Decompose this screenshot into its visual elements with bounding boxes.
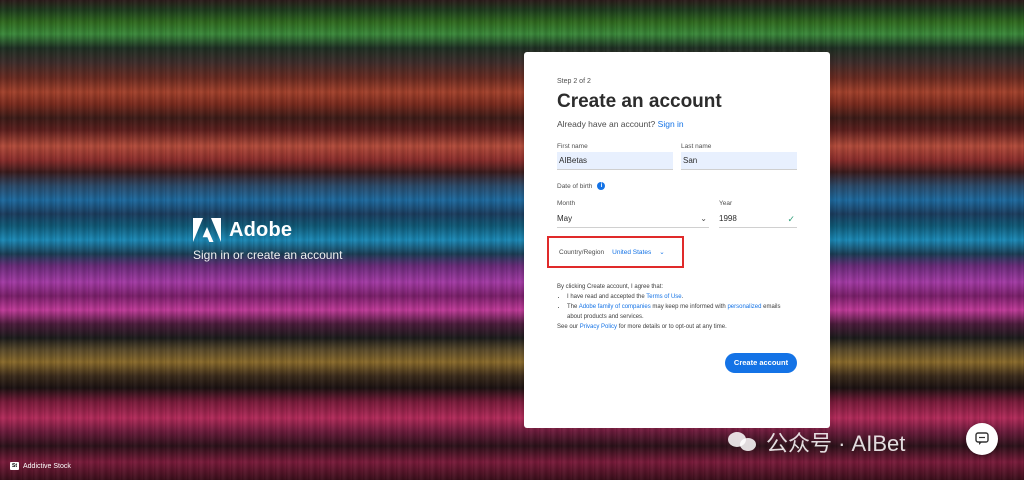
adobe-family-link[interactable]: Adobe family of companies	[579, 304, 651, 310]
first-name-label: First name	[557, 143, 588, 150]
create-account-button[interactable]: Create account	[725, 352, 797, 373]
create-account-card: Step 2 of 2 Create an account Already ha…	[524, 52, 830, 428]
dob-heading: Date of birth i	[557, 182, 797, 190]
month-value: May	[557, 214, 573, 223]
country-value: United States	[612, 248, 652, 256]
legal-text-3b: for more details or to opt-out at any ti…	[618, 324, 727, 330]
chevron-down-icon: ⌄	[700, 214, 707, 223]
wechat-icon	[728, 430, 760, 454]
country-label: Country/Region	[559, 248, 605, 256]
checkmark-icon: ✓	[787, 214, 795, 224]
first-name-input[interactable]: AIBetas	[557, 152, 673, 170]
year-field: Year 1998 ✓	[719, 200, 797, 228]
legal-text-1: I have read and accepted the	[567, 294, 645, 300]
chat-button[interactable]	[966, 423, 998, 455]
background-art	[0, 0, 1024, 480]
privacy-policy-link[interactable]: Privacy Policy	[580, 324, 617, 330]
year-value: 1998	[719, 214, 737, 223]
legal-text-2a: The	[567, 304, 578, 310]
month-select[interactable]: May ⌄	[557, 211, 709, 228]
legal-text-2b: may keep me informed with	[652, 304, 726, 310]
watermark: 公众号 · AIBet	[728, 426, 905, 458]
terms-of-use-link[interactable]: Terms of Use	[646, 294, 681, 300]
have-account-text: Already have an account? Sign in	[557, 119, 797, 129]
step-indicator: Step 2 of 2	[557, 78, 591, 85]
legal-intro: By clicking Create account, I agree that…	[557, 284, 664, 290]
sign-in-link[interactable]: Sign in	[658, 119, 684, 129]
last-name-input[interactable]: San	[681, 152, 797, 170]
brand-tagline: Sign in or create an account	[193, 248, 343, 262]
last-name-label: Last name	[681, 143, 712, 150]
have-account-label: Already have an account?	[557, 119, 656, 129]
info-icon[interactable]: i	[597, 182, 606, 190]
legal-privacy-line: See our Privacy Policy for more details …	[557, 322, 797, 332]
page-title: Create an account	[557, 91, 722, 112]
dob-label: Date of birth	[557, 182, 593, 190]
brand-block: Adobe Sign in or create an account	[193, 218, 342, 262]
country-region-highlight: Country/Region United States ⌄	[547, 236, 684, 268]
chat-icon	[975, 432, 989, 445]
stock-badge: St	[10, 462, 19, 470]
submit-wrap: Create account	[725, 352, 797, 373]
credit-text[interactable]: Addictive Stock	[23, 463, 71, 470]
legal-item-family: The Adobe family of companies may keep m…	[567, 302, 797, 322]
month-label: Month	[557, 200, 576, 207]
legal-text-3a: See our	[557, 324, 579, 330]
image-credit: St Addictive Stock	[10, 462, 71, 470]
chevron-down-icon: ⌄	[659, 249, 665, 256]
month-field: Month May ⌄	[557, 200, 709, 228]
legal-item-terms: I have read and accepted the Terms of Us…	[567, 292, 797, 302]
brand-name: Adobe	[229, 218, 293, 241]
year-label: Year	[719, 200, 733, 207]
year-input[interactable]: 1998 ✓	[719, 211, 797, 228]
name-row: First name AIBetas Last name San	[557, 143, 797, 170]
dob-row: Month May ⌄ Year 1998 ✓	[557, 200, 797, 228]
last-name-field: Last name San	[681, 143, 797, 170]
legal-text: By clicking Create account, I agree that…	[557, 282, 797, 332]
country-select[interactable]: United States ⌄	[612, 248, 665, 257]
personalized-link[interactable]: personalized	[727, 304, 761, 310]
first-name-field: First name AIBetas	[557, 143, 673, 170]
adobe-logo-icon	[193, 218, 221, 242]
watermark-text: 公众号 · AIBet	[766, 431, 906, 456]
